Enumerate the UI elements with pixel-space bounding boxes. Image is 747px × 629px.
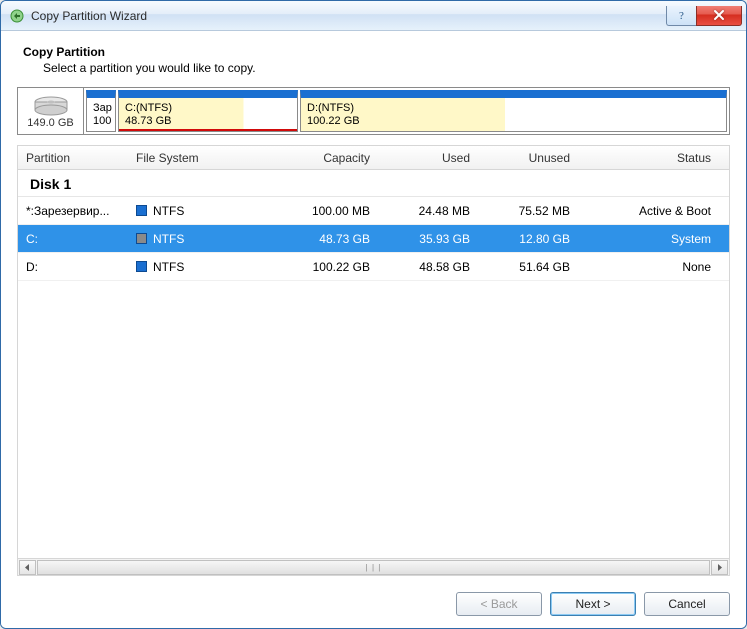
cell-partition: D: <box>18 260 128 274</box>
cell-unused: 12.80 GB <box>478 232 578 246</box>
table-body[interactable]: Disk 1 *:Зарезервир... NTFS 100.00 MB 24… <box>18 170 729 558</box>
back-button[interactable]: < Back <box>456 592 542 616</box>
horizontal-scrollbar[interactable]: | | | <box>18 558 729 575</box>
window-buttons: ? <box>666 6 742 26</box>
button-bar: < Back Next > Cancel <box>17 592 730 616</box>
cancel-button[interactable]: Cancel <box>644 592 730 616</box>
app-icon <box>9 8 25 24</box>
window-title: Copy Partition Wizard <box>31 9 147 23</box>
cell-used: 48.58 GB <box>378 260 478 274</box>
partition-box-d[interactable]: D:(NTFS) 100.22 GB <box>300 90 727 132</box>
cell-partition: *:Зарезервир... <box>18 204 128 218</box>
cell-filesystem: NTFS <box>128 204 258 218</box>
fs-swatch-icon <box>136 261 147 272</box>
cell-capacity: 100.22 GB <box>258 260 378 274</box>
cell-filesystem: NTFS <box>128 232 258 246</box>
svg-text:?: ? <box>679 10 684 21</box>
col-capacity[interactable]: Capacity <box>258 151 378 165</box>
partition-box-reserved[interactable]: Зар 100 <box>86 90 116 132</box>
cell-unused: 51.64 GB <box>478 260 578 274</box>
cell-capacity: 48.73 GB <box>258 232 378 246</box>
cell-status: None <box>578 260 729 274</box>
disk-partitions: Зар 100 C:(NTFS) 48.73 GB D:(NTFS) 100.2… <box>84 88 729 134</box>
partition-table: Partition File System Capacity Used Unus… <box>17 145 730 576</box>
scroll-right-arrow[interactable] <box>711 560 728 575</box>
cell-used: 35.93 GB <box>378 232 478 246</box>
col-partition[interactable]: Partition <box>18 151 128 165</box>
cell-unused: 75.52 MB <box>478 204 578 218</box>
table-row[interactable]: C: NTFS 48.73 GB 35.93 GB 12.80 GB Syste… <box>18 225 729 253</box>
col-used[interactable]: Used <box>378 151 478 165</box>
wizard-window: Copy Partition Wizard ? Copy Partition S… <box>0 0 747 629</box>
titlebar[interactable]: Copy Partition Wizard ? <box>1 1 746 31</box>
client-area: Copy Partition Select a partition you wo… <box>1 31 746 628</box>
col-status[interactable]: Status <box>578 151 729 165</box>
page-subtitle: Select a partition you would like to cop… <box>43 61 730 75</box>
next-button[interactable]: Next > <box>550 592 636 616</box>
cell-status: Active & Boot <box>578 204 729 218</box>
disk-map: 149.0 GB Зар 100 C:(NTFS) 48.73 GB D:(NT… <box>17 87 730 135</box>
table-row[interactable]: D: NTFS 100.22 GB 48.58 GB 51.64 GB None <box>18 253 729 281</box>
fs-swatch-icon <box>136 233 147 244</box>
cell-filesystem: NTFS <box>128 260 258 274</box>
cell-partition: C: <box>18 232 128 246</box>
page-title: Copy Partition <box>23 45 730 59</box>
fs-swatch-icon <box>136 205 147 216</box>
scroll-thumb[interactable]: | | | <box>37 560 710 575</box>
col-filesystem[interactable]: File System <box>128 151 258 165</box>
scroll-track[interactable]: | | | <box>37 560 710 575</box>
scroll-left-arrow[interactable] <box>19 560 36 575</box>
disk-capacity: 149.0 GB <box>27 117 73 129</box>
partition-box-c[interactable]: C:(NTFS) 48.73 GB <box>118 90 298 132</box>
disk-icon: 149.0 GB <box>18 88 84 134</box>
table-row[interactable]: *:Зарезервир... NTFS 100.00 MB 24.48 MB … <box>18 197 729 225</box>
cell-status: System <box>578 232 729 246</box>
table-header[interactable]: Partition File System Capacity Used Unus… <box>18 146 729 170</box>
cell-capacity: 100.00 MB <box>258 204 378 218</box>
close-button[interactable] <box>696 6 742 26</box>
cell-used: 24.48 MB <box>378 204 478 218</box>
col-unused[interactable]: Unused <box>478 151 578 165</box>
help-button[interactable]: ? <box>666 6 696 26</box>
group-header: Disk 1 <box>18 170 729 197</box>
